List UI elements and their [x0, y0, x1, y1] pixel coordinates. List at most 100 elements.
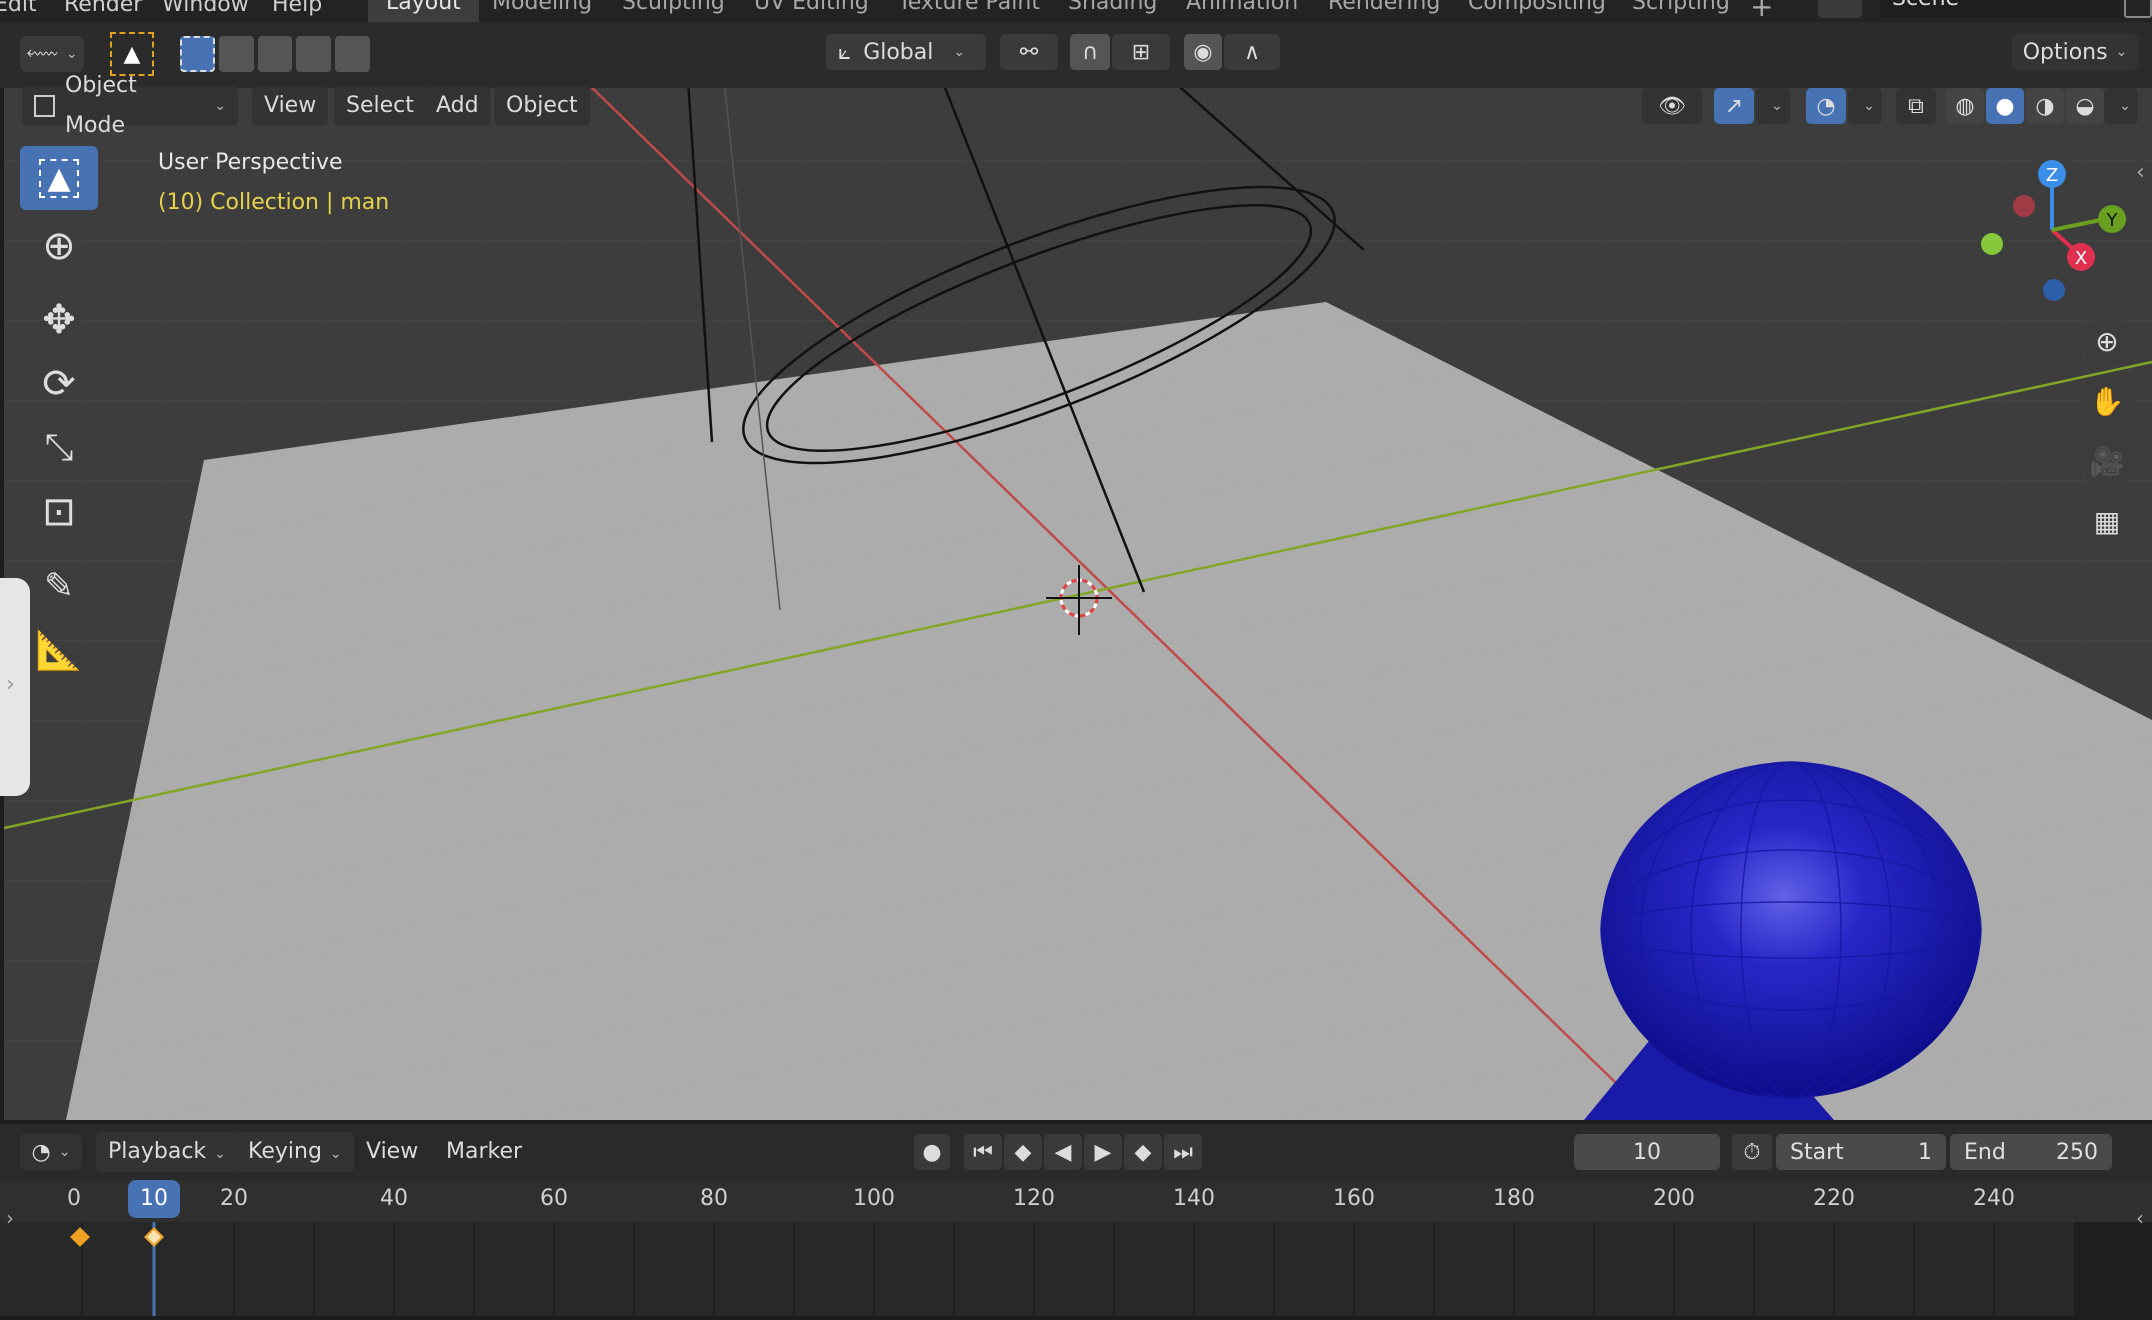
pivot-point-button[interactable]: ⚯ [1000, 34, 1058, 70]
add-workspace-button[interactable]: + [1750, 0, 1773, 23]
select-intersect-icon[interactable] [335, 36, 370, 72]
pan-button[interactable]: ✋ [2082, 376, 2132, 426]
menu-window[interactable]: Window [162, 0, 249, 17]
snap-target-button[interactable]: ⊞ [1112, 34, 1170, 70]
select-extend-icon[interactable] [218, 36, 254, 72]
end-frame-field[interactable]: End 250 [1950, 1134, 2112, 1170]
gizmo-icon: ↗ [1724, 93, 1744, 119]
chevron-down-icon: ⌄ [1771, 98, 1783, 114]
select-difference-icon[interactable] [296, 36, 332, 72]
menu-view[interactable]: View [252, 86, 329, 126]
tab-uv-editing[interactable]: UV Editing [736, 0, 887, 22]
gizmo-x-label: X [2075, 248, 2087, 269]
current-frame-field[interactable]: 10 [1574, 1134, 1720, 1170]
jump-start-icon[interactable]: ⏮ [964, 1134, 1002, 1170]
solid-shading-icon[interactable]: ● [1986, 88, 2024, 124]
wireframe-shading-icon[interactable]: ◍ [1946, 88, 1984, 124]
zoom-button[interactable]: ⊕ [2082, 316, 2132, 366]
ruler-label: 20 [220, 1186, 248, 1211]
top-menu-bar: Edit Render Window Help Layout Modeling … [0, 0, 2152, 23]
scene-name-field[interactable]: Scene [1880, 0, 2120, 18]
gizmo-toggle[interactable]: ↗ [1714, 88, 1754, 124]
camera-icon: 🎥 [2089, 444, 2125, 478]
xray-toggle[interactable]: ⧉ [1896, 88, 1936, 124]
select-box-tool[interactable]: ▲ [20, 146, 98, 210]
menu-help[interactable]: Help [272, 0, 322, 17]
tab-modeling[interactable]: Modeling [474, 0, 610, 22]
menu-add[interactable]: Add [424, 86, 491, 126]
jump-end-icon[interactable]: ⏭ [1164, 1134, 1202, 1170]
ruler-label: 0 [67, 1186, 81, 1211]
options-dropdown[interactable]: Options ⌄ [2012, 34, 2138, 70]
sidebar-collapse-tab[interactable]: › [0, 578, 30, 796]
xray-icon: ⧉ [1908, 93, 1924, 119]
timeline-editor-type[interactable]: ◔ ⌄ [20, 1134, 82, 1170]
mode-dropdown[interactable]: Object Mode ⌄ [22, 73, 238, 138]
play-reverse-icon[interactable]: ◀ [1044, 1134, 1082, 1170]
chevron-right-icon: › [6, 672, 15, 697]
axis-gizmo-svg: Z X Y [1981, 160, 2126, 301]
start-frame-field[interactable]: Start 1 [1776, 1134, 1946, 1170]
transform-orientation-dropdown[interactable]: ⟀ Global ⌄ [826, 34, 986, 70]
move-tool[interactable]: ✥ [20, 288, 98, 352]
selection-mode-group [180, 36, 370, 72]
snap-toggle[interactable]: ∩ [1070, 34, 1110, 70]
proportional-edit-toggle[interactable]: ◉ [1184, 34, 1222, 70]
next-keyframe-icon[interactable]: ◆ [1124, 1134, 1162, 1170]
perspective-toggle-button[interactable]: ▦ [2082, 496, 2132, 546]
tab-layout[interactable]: Layout [368, 0, 479, 22]
tab-animation[interactable]: Animation [1168, 0, 1316, 22]
tab-compositing[interactable]: Compositing [1450, 0, 1624, 22]
rotate-tool[interactable]: ⟳ [20, 352, 98, 416]
overlays-dropdown[interactable]: ⌄ [1848, 88, 1882, 124]
gizmo-y-label: Y [2106, 210, 2119, 231]
visibility-button[interactable]: 👁 [1642, 88, 1702, 124]
scene-selector-icon[interactable] [1818, 0, 1862, 18]
tab-rendering[interactable]: Rendering [1310, 0, 1458, 22]
menu-marker[interactable]: Marker [434, 1132, 534, 1172]
timeline-header: ◔ ⌄ Playback ⌄ Keying ⌄ View Marker ● ⏮ ◆ ◀… [0, 1124, 2152, 1180]
preview-range-toggle[interactable]: ⏱ [1732, 1134, 1772, 1170]
tab-scripting[interactable]: Scripting [1614, 0, 1748, 22]
tab-sculpting[interactable]: Sculpting [604, 0, 743, 22]
chevron-down-icon: ⌄ [953, 44, 966, 60]
tab-texture-paint[interactable]: Texture Paint [880, 0, 1058, 22]
camera-view-button[interactable]: 🎥 [2082, 436, 2132, 486]
timeline-body[interactable] [0, 1222, 2152, 1316]
scale-tool[interactable]: ⤡ [20, 416, 98, 480]
rendered-shading-icon[interactable]: ◒ [2066, 88, 2104, 124]
cursor-icon: ⊕ [42, 223, 76, 269]
timeline-expand-icon[interactable]: › [6, 1206, 14, 1230]
cursor-tool[interactable]: ⊕ [20, 214, 98, 278]
play-icon[interactable]: ▶ [1084, 1134, 1122, 1170]
menu-timeline-view[interactable]: View [354, 1132, 430, 1172]
timeline-side-icon[interactable]: ‹ [2136, 1206, 2144, 1230]
menu-playback[interactable]: Playback ⌄ [96, 1132, 238, 1172]
annotate-tool[interactable]: ✎ [20, 554, 98, 618]
transform-tool[interactable]: ⊡ [20, 480, 98, 544]
menu-edit[interactable]: Edit [0, 0, 37, 17]
record-button[interactable]: ● [914, 1134, 950, 1170]
shading-dropdown[interactable]: ⌄ [2104, 88, 2138, 124]
end-label: End [1964, 1139, 2006, 1165]
chevron-down-icon: ⌄ [214, 98, 226, 114]
tab-shading[interactable]: Shading [1050, 0, 1175, 22]
overlays-toggle[interactable]: ◔ [1806, 88, 1846, 124]
menu-object[interactable]: Object [494, 86, 590, 126]
navigation-gizmo[interactable]: Z X Y [1960, 150, 2140, 310]
ruler-label: 240 [1973, 1186, 2015, 1211]
falloff-button[interactable]: ∧ [1224, 34, 1280, 70]
menu-select[interactable]: Select [334, 86, 426, 126]
chevron-down-icon: ⌄ [329, 1146, 342, 1162]
select-subtract-icon[interactable] [257, 36, 293, 72]
measure-tool[interactable]: 📐 [20, 618, 98, 682]
shading-mode-group: ◍ ● ◑ ◒ [1946, 88, 2106, 124]
menu-render[interactable]: Render [64, 0, 142, 17]
menu-keying[interactable]: Keying ⌄ [236, 1132, 354, 1172]
gizmo-dropdown[interactable]: ⌄ [1756, 88, 1790, 124]
material-shading-icon[interactable]: ◑ [2026, 88, 2064, 124]
prev-keyframe-icon[interactable]: ◆ [1004, 1134, 1042, 1170]
n-panel-chevron-icon[interactable]: ‹ [2136, 160, 2145, 185]
new-scene-icon[interactable] [2124, 0, 2152, 18]
3d-viewport[interactable]: User Perspective (10) Collection | man [4, 80, 2152, 1120]
